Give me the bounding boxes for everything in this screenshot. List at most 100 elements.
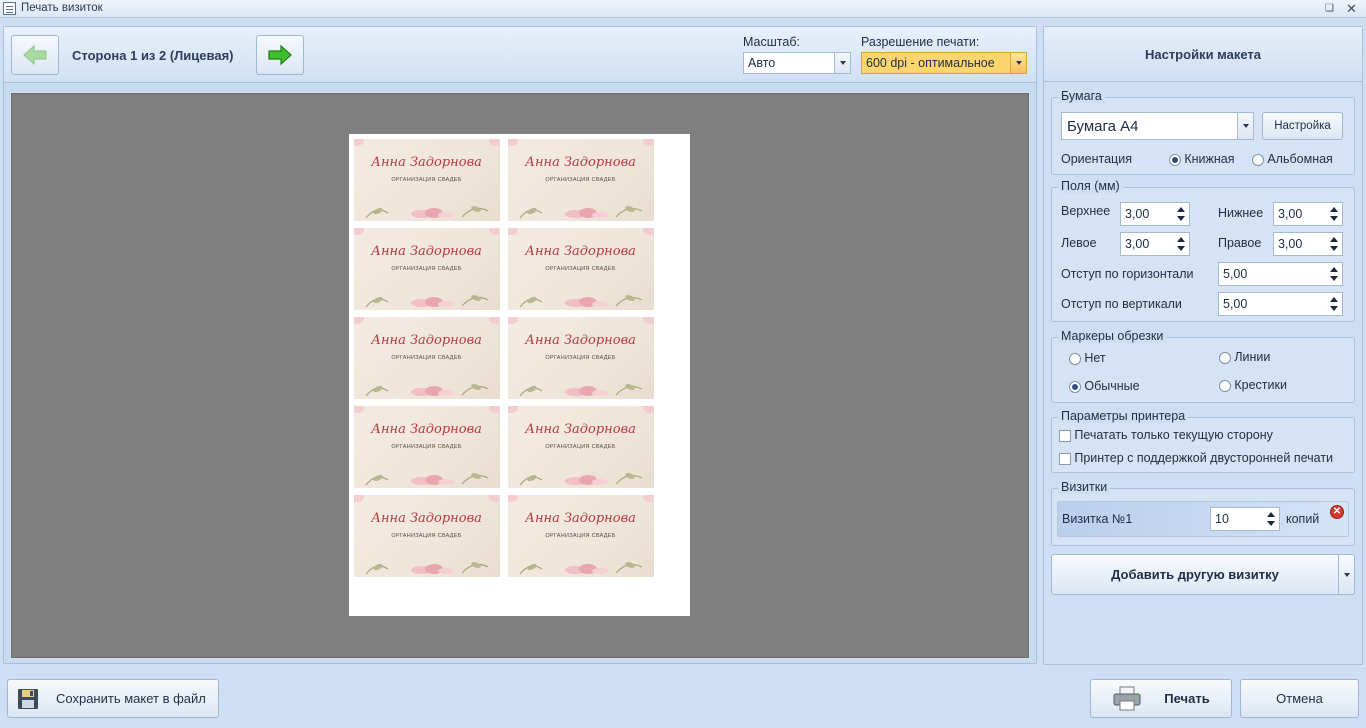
landscape-label: Альбомная: [1267, 152, 1333, 166]
spin-arrows-icon[interactable]: [1329, 266, 1339, 282]
restore-icon[interactable]: ❏: [1325, 3, 1334, 14]
card-name-text: Анна Задорнова: [525, 155, 636, 170]
spin-arrows-icon[interactable]: [1176, 206, 1186, 222]
business-card-preview: Анна Задорнова ОРГАНИЗАЦИЯ СВАДЕБ: [354, 406, 500, 488]
save-layout-label: Сохранить макет в файл: [56, 691, 206, 706]
previous-side-button[interactable]: [11, 35, 59, 75]
margin-bottom-value: 3,00: [1278, 207, 1303, 221]
title-bar: [0, 0, 1366, 18]
card-subtitle-text: ОРГАНИЗАЦИЯ СВАДЕБ: [391, 444, 462, 450]
vgap-field[interactable]: 5,00: [1218, 292, 1343, 316]
save-layout-button[interactable]: Сохранить макет в файл: [7, 679, 219, 718]
margin-top-value: 3,00: [1125, 207, 1150, 221]
resolution-label: Разрешение печати:: [861, 35, 980, 49]
card-subtitle-text: ОРГАНИЗАЦИЯ СВАДЕБ: [391, 355, 462, 361]
print-button[interactable]: Печать: [1090, 679, 1232, 718]
marks-normal-option[interactable]: Обычные: [1069, 379, 1140, 393]
card-name-text: Анна Задорнова: [371, 244, 482, 259]
card-name-text: Анна Задорнова: [371, 155, 482, 170]
floral-decoration: [365, 562, 489, 575]
floral-decoration: [365, 295, 489, 308]
copies-field[interactable]: 10: [1210, 507, 1280, 531]
resolution-select[interactable]: 600 dpi - оптимальное: [861, 52, 1027, 74]
arrow-right-icon: [268, 44, 292, 66]
side-indicator: Сторона 1 из 2 (Лицевая): [72, 48, 234, 63]
hgap-value: 5,00: [1223, 267, 1248, 281]
paper-sheet: Анна Задорнова ОРГАНИЗАЦИЯ СВАДЕБ Анна Зад…: [349, 134, 690, 616]
card-name-text: Анна Задорнова: [525, 511, 636, 526]
spin-arrows-icon[interactable]: [1176, 236, 1186, 252]
current-side-only-checkbox[interactable]: Печатать только текущую сторону: [1059, 428, 1273, 442]
cancel-button[interactable]: Отмена: [1240, 679, 1359, 718]
margin-right-label: Правое: [1218, 236, 1262, 250]
radio-icon[interactable]: [1069, 352, 1081, 365]
print-label: Печать: [1164, 691, 1210, 706]
business-card-preview: Анна Задорнова ОРГАНИЗАЦИЯ СВАДЕБ: [508, 228, 654, 310]
duplex-label: Принтер с поддержкой двусторонней печати: [1074, 451, 1334, 465]
business-card-preview: Анна Задорнова ОРГАНИЗАЦИЯ СВАДЕБ: [354, 495, 500, 577]
app-icon: [3, 2, 16, 15]
margin-right-field[interactable]: 3,00: [1273, 232, 1343, 256]
card-name-text: Анна Задорнова: [525, 244, 636, 259]
marks-lines-option[interactable]: Линии: [1219, 350, 1270, 364]
marks-crosses-label: Крестики: [1234, 378, 1287, 392]
copies-label: копий: [1286, 512, 1320, 526]
spin-arrows-icon[interactable]: [1329, 206, 1339, 222]
add-card-button[interactable]: Добавить другую визитку: [1051, 554, 1339, 595]
chevron-down-icon[interactable]: [834, 53, 850, 73]
radio-selected-icon[interactable]: [1069, 380, 1081, 393]
floral-decoration: [519, 473, 643, 486]
vgap-label: Отступ по вертикали: [1061, 297, 1182, 311]
business-card-preview: Анна Задорнова ОРГАНИЗАЦИЯ СВАДЕБ: [508, 495, 654, 577]
checkbox-icon[interactable]: [1059, 452, 1071, 465]
marks-none-option[interactable]: Нет: [1069, 351, 1106, 365]
card-name-text: Анна Задорнова: [371, 422, 482, 437]
spin-arrows-icon[interactable]: [1329, 296, 1339, 312]
chevron-down-icon[interactable]: [1010, 53, 1026, 73]
portrait-option[interactable]: Книжная: [1169, 152, 1235, 166]
crop-marks-group-title: Маркеры обрезки: [1058, 329, 1167, 343]
orientation-label: Ориентация: [1061, 152, 1132, 166]
landscape-option[interactable]: Альбомная: [1252, 152, 1333, 166]
radio-icon[interactable]: [1252, 153, 1264, 166]
duplex-checkbox[interactable]: Принтер с поддержкой двусторонней печати: [1059, 451, 1333, 465]
margin-bottom-field[interactable]: 3,00: [1273, 202, 1343, 226]
next-side-button[interactable]: [256, 35, 304, 75]
radio-icon[interactable]: [1219, 379, 1231, 392]
radio-selected-icon[interactable]: [1169, 153, 1181, 166]
marks-normal-label: Обычные: [1084, 379, 1140, 393]
paper-select[interactable]: Бумага А4: [1061, 112, 1254, 140]
hgap-field[interactable]: 5,00: [1218, 262, 1343, 286]
spin-arrows-icon[interactable]: [1266, 511, 1276, 527]
chevron-down-icon[interactable]: [1237, 113, 1253, 139]
vgap-value: 5,00: [1223, 297, 1248, 311]
margin-left-label: Левое: [1061, 236, 1097, 250]
radio-icon[interactable]: [1219, 351, 1231, 364]
scale-select[interactable]: Авто: [743, 52, 851, 74]
card-subtitle-text: ОРГАНИЗАЦИЯ СВАДЕБ: [391, 266, 462, 272]
margin-bottom-label: Нижнее: [1218, 206, 1264, 220]
printer-icon: [1113, 686, 1141, 710]
margin-left-field[interactable]: 3,00: [1120, 232, 1190, 256]
window-title: Печать визиток: [21, 2, 103, 14]
card-subtitle-text: ОРГАНИЗАЦИЯ СВАДЕБ: [545, 177, 616, 183]
paper-group-title: Бумага: [1058, 89, 1105, 103]
current-side-only-label: Печатать только текущую сторону: [1074, 428, 1273, 442]
crop-marks-group: [1051, 337, 1355, 403]
paper-setup-button[interactable]: Настройка: [1262, 112, 1343, 140]
scale-value: Авто: [748, 56, 776, 70]
add-card-dropdown-icon[interactable]: [1338, 554, 1355, 595]
floral-decoration: [519, 384, 643, 397]
card-name-text: Анна Задорнова: [525, 333, 636, 348]
scale-label: Масштаб:: [743, 35, 800, 49]
floral-decoration: [519, 295, 643, 308]
close-icon[interactable]: ✕: [1346, 1, 1357, 17]
marks-none-label: Нет: [1084, 351, 1106, 365]
remove-card-icon[interactable]: ✕: [1330, 505, 1344, 519]
marks-crosses-option[interactable]: Крестики: [1219, 378, 1287, 392]
margin-top-field[interactable]: 3,00: [1120, 202, 1190, 226]
card-name-text: Анна Задорнова: [525, 422, 636, 437]
checkbox-icon[interactable]: [1059, 429, 1071, 442]
paper-value: Бумага А4: [1067, 117, 1139, 135]
spin-arrows-icon[interactable]: [1329, 236, 1339, 252]
